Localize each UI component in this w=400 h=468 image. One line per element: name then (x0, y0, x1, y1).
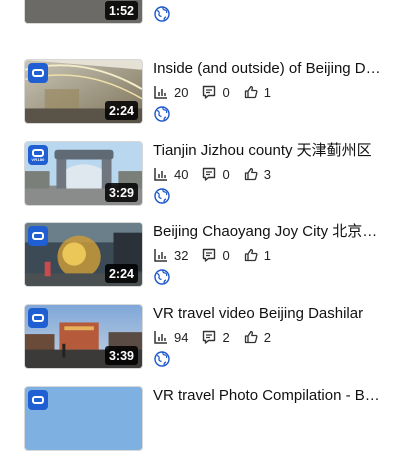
likes-count: 1 (263, 84, 271, 100)
thumbs-up-icon (244, 248, 258, 262)
likes-stat: 1 (244, 248, 271, 263)
video-stats: 54 0 3 (154, 0, 285, 1)
likes-stat: 2 (244, 330, 271, 345)
comment-icon (203, 85, 216, 99)
comments-stat: 0 (202, 166, 230, 182)
video-item[interactable]: VR180 3:29 Tianjin Jizhou county 天津蓟州区 4… (0, 141, 400, 223)
video-thumbnail[interactable]: VR180 3:29 (24, 141, 143, 206)
vr-headset-icon (28, 63, 48, 83)
video-title[interactable]: Tianjin Jizhou county 天津蓟州区 (153, 141, 383, 160)
comments-stat: 2 (202, 329, 230, 345)
bar-chart-icon (154, 249, 167, 262)
likes-stat: 3 (244, 167, 271, 182)
likes-count: 3 (263, 166, 271, 182)
video-item[interactable]: 2:24 Beijing Chaoyang Joy City 北京朝阳大悦城 3… (0, 222, 400, 304)
video-item[interactable]: 1:52 54 0 3 (0, 0, 400, 41)
bar-chart-icon (154, 86, 167, 99)
globe-icon (154, 106, 170, 122)
video-thumbnail[interactable]: 3:39 (24, 304, 143, 369)
views-stat: 32 (154, 248, 188, 263)
video-title[interactable]: VR travel Photo Compilation - Beijing (153, 386, 383, 405)
views-count: 94 (174, 329, 189, 345)
globe-icon (154, 188, 170, 204)
comments-count: 0 (222, 84, 230, 100)
views-stat: 94 (154, 330, 188, 345)
video-duration: 1:52 (104, 1, 138, 20)
views-count: 20 (174, 84, 189, 100)
video-duration: 3:39 (104, 346, 138, 365)
vr-headset-icon (28, 226, 48, 246)
thumbs-up-icon (244, 167, 258, 181)
comments-count: 2 (222, 329, 230, 345)
vr-headset-icon (28, 308, 48, 328)
video-title[interactable]: VR travel video Beijing Dashilar (153, 304, 383, 323)
likes-stat: 1 (244, 85, 271, 100)
views-stat: 40 (154, 167, 188, 182)
comments-count: 0 (222, 247, 230, 263)
video-duration: 2:24 (104, 101, 138, 120)
views-count: 32 (174, 247, 189, 263)
video-stats: 40 0 3 (154, 165, 285, 183)
comment-icon (203, 330, 216, 344)
video-title[interactable]: Inside (and outside) of Beijing Daxing A… (153, 59, 383, 78)
views-count: 40 (174, 166, 189, 182)
video-item[interactable]: VR travel Photo Compilation - Beijing (0, 386, 400, 468)
vr-headset-icon: VR180 (28, 145, 48, 165)
video-stats: 32 0 1 (154, 246, 285, 264)
comments-stat: 0 (202, 84, 230, 100)
video-item[interactable]: 2:24 Inside (and outside) of Beijing Dax… (0, 59, 400, 141)
vr-headset-icon (28, 390, 48, 410)
globe-icon (154, 351, 170, 367)
comments-stat: 0 (202, 247, 230, 263)
video-stats: 20 0 1 (154, 83, 285, 101)
comments-count: 0 (222, 166, 230, 182)
video-item[interactable]: 3:39 VR travel video Beijing Dashilar 94… (0, 304, 400, 386)
comment-icon (203, 248, 216, 262)
bar-chart-icon (154, 168, 167, 181)
bar-chart-icon (154, 331, 167, 344)
video-title[interactable]: Beijing Chaoyang Joy City 北京朝阳大悦城 (153, 222, 383, 241)
video-thumbnail[interactable] (24, 386, 143, 451)
video-duration: 3:29 (104, 183, 138, 202)
video-stats: 94 2 2 (154, 328, 285, 346)
video-thumbnail[interactable]: 1:52 (24, 0, 143, 24)
likes-count: 1 (263, 247, 271, 263)
thumbs-up-icon (244, 330, 258, 344)
video-duration: 2:24 (104, 264, 138, 283)
comment-icon (203, 167, 216, 181)
likes-count: 2 (263, 329, 271, 345)
video-thumbnail[interactable]: 2:24 (24, 222, 143, 287)
views-stat: 20 (154, 85, 188, 100)
thumbs-up-icon (244, 85, 258, 99)
globe-icon (154, 6, 170, 22)
video-thumbnail[interactable]: 2:24 (24, 59, 143, 124)
globe-icon (154, 269, 170, 285)
